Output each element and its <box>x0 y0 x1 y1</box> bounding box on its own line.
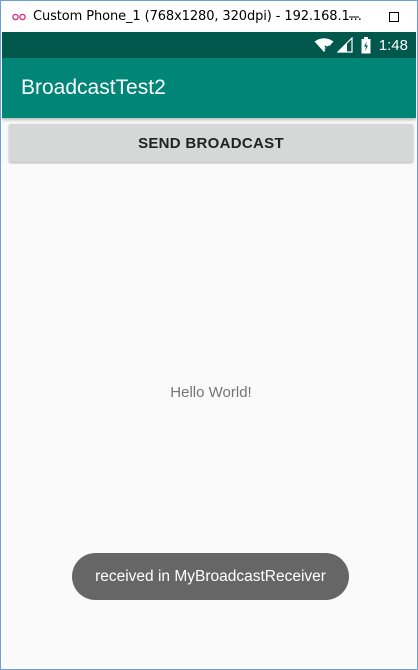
emulator-icon <box>12 10 26 22</box>
status-bar: 1:48 <box>2 32 416 58</box>
app-title: BroadcastTest2 <box>21 76 166 99</box>
maximize-icon <box>389 11 399 22</box>
window-title: Custom Phone_1 (768x1280, 320dpi) - 192.… <box>33 9 362 24</box>
hello-text: Hello World! <box>170 384 252 401</box>
wifi-icon <box>314 38 334 52</box>
send-broadcast-button[interactable]: SEND BROADCAST <box>9 124 413 162</box>
toast-message: received in MyBroadcastReceiver <box>72 553 349 600</box>
app-bar: BroadcastTest2 <box>2 58 416 118</box>
window-titlebar[interactable]: Custom Phone_1 (768x1280, 320dpi) - 192.… <box>1 1 417 32</box>
minimize-button[interactable] <box>334 1 374 32</box>
maximize-button[interactable] <box>374 1 414 32</box>
signal-icon <box>336 37 353 53</box>
minimize-icon <box>349 16 359 17</box>
status-time: 1:48 <box>378 36 408 54</box>
phone-screen: 1:48 BroadcastTest2 SEND BROADCAST Hello… <box>2 32 416 669</box>
emulator-window: Custom Phone_1 (768x1280, 320dpi) - 192.… <box>0 0 418 670</box>
battery-icon <box>361 36 371 53</box>
